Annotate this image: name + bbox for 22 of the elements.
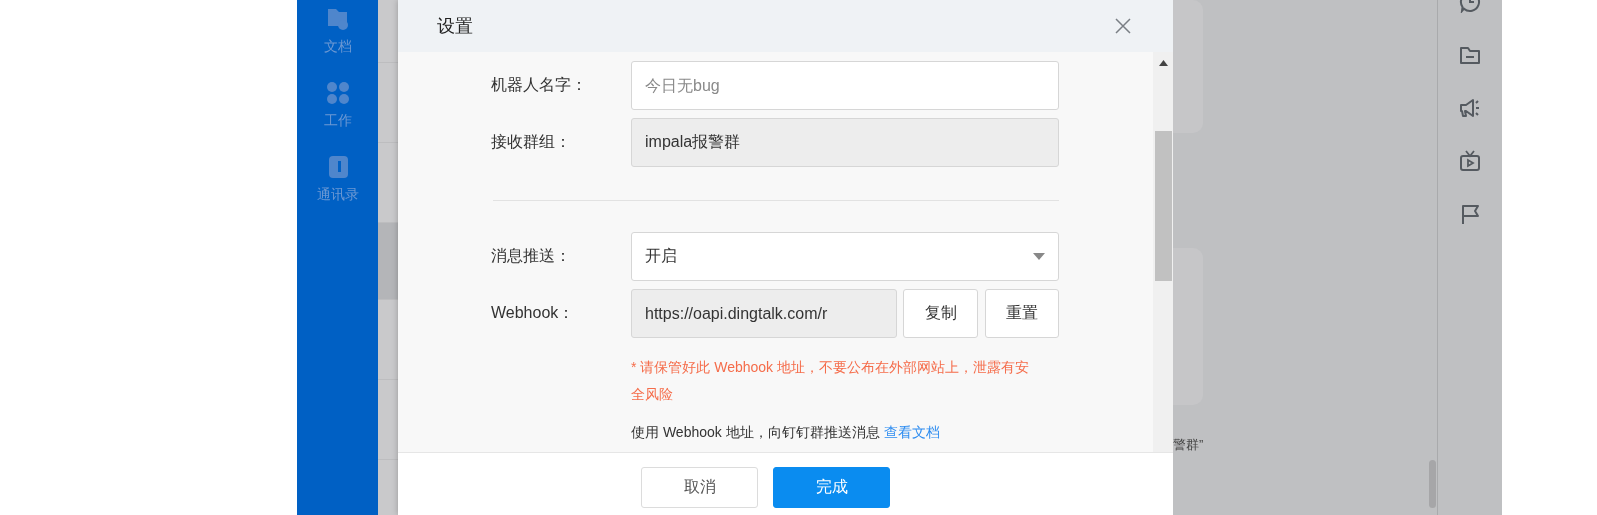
up-arrow-icon[interactable] — [1159, 60, 1168, 66]
usage-text: 使用 Webhook 地址，向钉钉群推送消息 查看文档 — [631, 424, 941, 442]
grid-icon — [324, 80, 351, 106]
caret-icon — [1033, 253, 1045, 260]
cancel-button[interactable]: 取消 — [641, 466, 758, 508]
group-field: impala报警群 — [631, 118, 1059, 167]
scrollbar[interactable] — [1153, 52, 1173, 452]
name-input[interactable]: 今日无bug — [631, 61, 1059, 110]
tv-icon[interactable] — [1459, 150, 1481, 172]
message-text: 警群” — [1173, 436, 1204, 454]
push-select[interactable]: 开启 — [631, 232, 1059, 281]
flag-icon[interactable] — [1459, 203, 1481, 225]
scrollbar-thumb[interactable] — [1429, 460, 1436, 508]
dialog-title: 设置 — [437, 15, 473, 38]
field-label: 消息推送： — [490, 246, 572, 266]
field-label: 接收群组： — [490, 132, 572, 152]
field-label: Webhook： — [490, 303, 576, 323]
warning-text: * 请保管好此 Webhook 地址，不要公布在外部网站上，泄露有安全风险 — [631, 358, 1030, 404]
close-icon[interactable] — [1115, 18, 1131, 34]
megaphone-icon[interactable] — [1459, 97, 1481, 119]
folder-icon[interactable] — [1459, 44, 1481, 66]
field-label: 机器人名字： — [490, 75, 588, 95]
